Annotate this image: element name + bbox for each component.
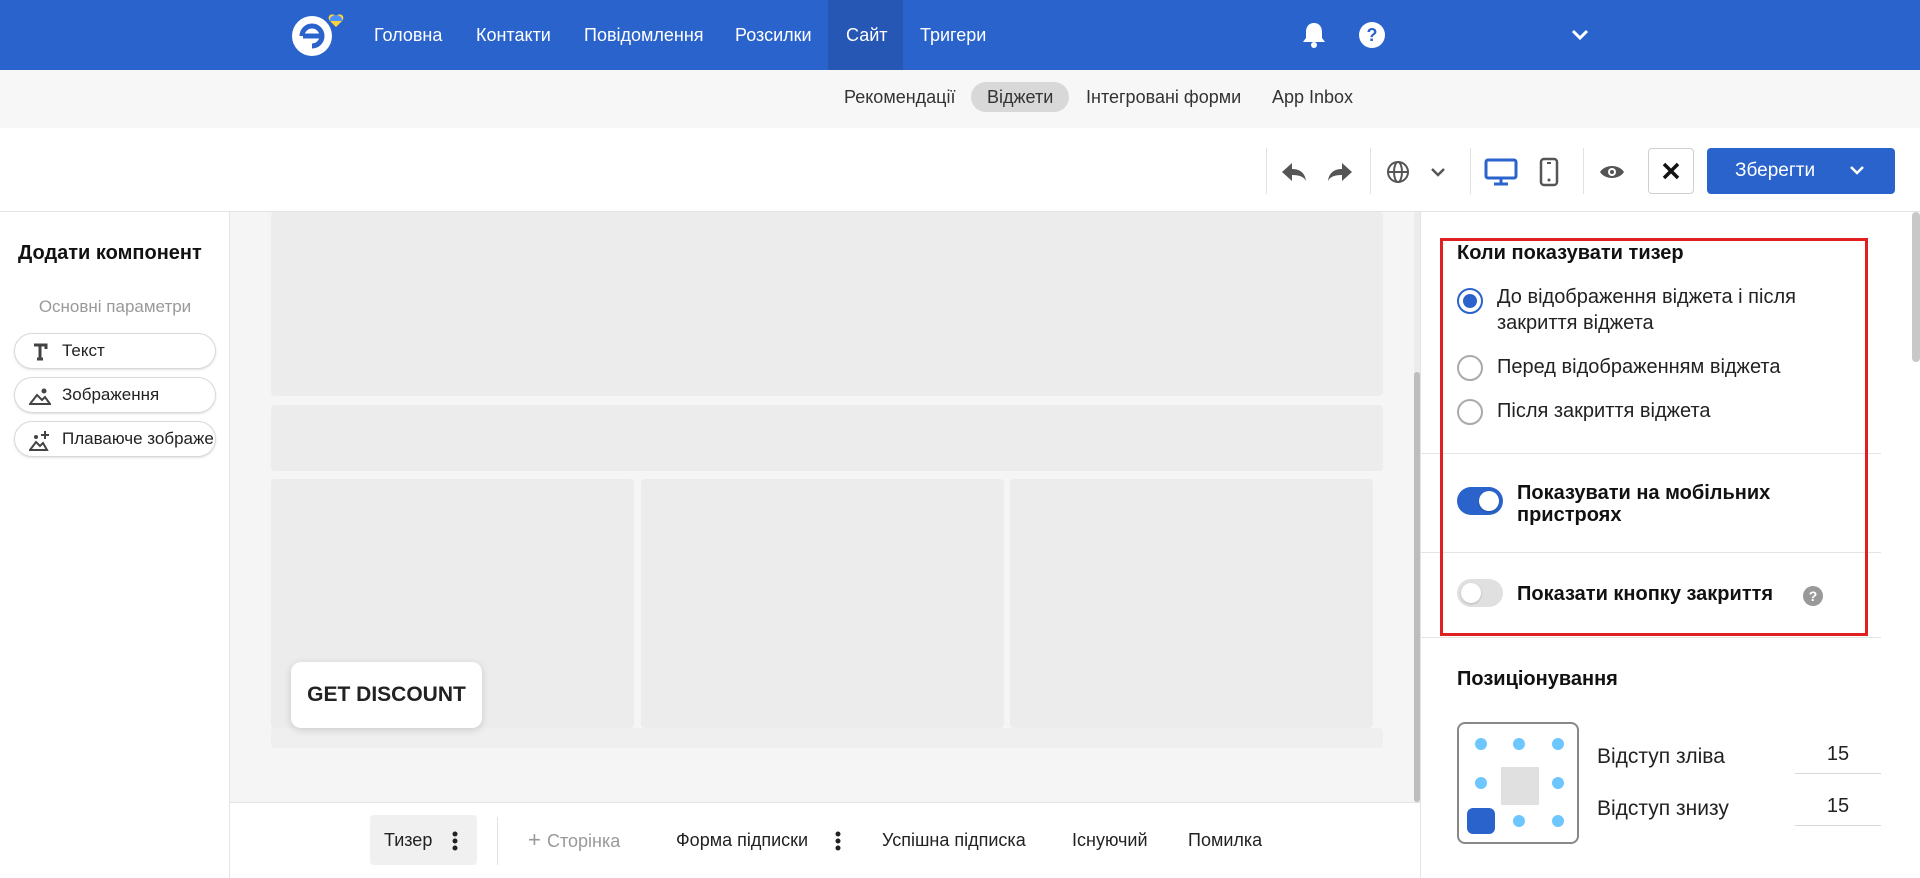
tab-success[interactable]: Успішна підписка <box>882 815 1026 865</box>
anchor-middle-right[interactable] <box>1552 777 1564 789</box>
component-label: Плаваюче зображення <box>62 429 215 448</box>
offset-bottom-input[interactable]: 15 <box>1795 786 1881 826</box>
offset-left-label: Відступ зліва <box>1597 745 1725 768</box>
section-divider <box>1421 637 1881 638</box>
component-image[interactable]: Зображення <box>14 377 216 413</box>
component-text[interactable]: Текст <box>14 333 216 369</box>
teaser-button[interactable]: GET DISCOUNT <box>291 662 482 728</box>
anchor-top-left[interactable] <box>1475 738 1487 750</box>
bell-icon[interactable] <box>1299 20 1329 50</box>
subnav-app-inbox[interactable]: App Inbox <box>1256 82 1369 112</box>
anchor-top-right[interactable] <box>1552 738 1564 750</box>
sidebar-title: Додати компонент <box>18 242 202 264</box>
top-nav: Головна Контакти Повідомлення Розсилки С… <box>0 0 1920 70</box>
mobile-icon[interactable] <box>1529 152 1569 192</box>
save-button[interactable]: Зберегти <box>1707 148 1895 194</box>
logo-icon[interactable] <box>290 10 354 60</box>
component-label: Зображення <box>62 385 160 404</box>
save-button-label: Зберегти <box>1735 160 1816 181</box>
placeholder-block <box>271 405 1383 471</box>
nav-triggers[interactable]: Тригери <box>902 0 1004 70</box>
placeholder-block <box>271 212 1383 396</box>
globe-icon[interactable] <box>1378 152 1418 192</box>
image-icon <box>27 386 52 406</box>
chevron-down-icon[interactable] <box>1418 152 1458 192</box>
redo-icon[interactable] <box>1320 152 1360 192</box>
sidebar-section-label: Основні параметри <box>38 297 192 316</box>
toolbar-divider <box>1266 148 1267 194</box>
subnav-widgets[interactable]: Віджети <box>971 82 1070 112</box>
toolbar-divider <box>1370 148 1371 194</box>
close-icon <box>1662 162 1680 180</box>
close-button[interactable] <box>1648 148 1694 194</box>
text-icon <box>29 342 51 362</box>
placeholder-block <box>641 479 1004 728</box>
svg-text:?: ? <box>1367 25 1378 45</box>
offset-left-input[interactable]: 15 <box>1795 734 1881 774</box>
preview-eye-icon[interactable] <box>1592 152 1632 192</box>
help-icon[interactable]: ? <box>1357 20 1387 50</box>
component-label: Текст <box>62 341 105 360</box>
offset-bottom-label: Відступ знизу <box>1597 797 1729 820</box>
nav-home[interactable]: Головна <box>356 0 460 70</box>
placeholder-block <box>271 728 1383 748</box>
highlight-frame <box>1440 238 1868 636</box>
component-floating-image[interactable]: Плаваюче зображення <box>14 421 216 457</box>
tab-existing[interactable]: Існуючий <box>1072 815 1148 865</box>
tab-error[interactable]: Помилка <box>1188 815 1262 865</box>
undo-icon[interactable] <box>1274 152 1314 192</box>
position-anchor-picker[interactable] <box>1457 722 1579 844</box>
tab-label: Форма підписки <box>676 830 809 850</box>
toolbar-divider <box>1583 148 1584 194</box>
anchor-bottom-right[interactable] <box>1552 815 1564 827</box>
anchor-middle-left[interactable] <box>1475 777 1487 789</box>
tab-label: Тизер <box>384 830 433 850</box>
panel-scrollbar[interactable] <box>1912 212 1920 362</box>
positioning-title: Позиціонування <box>1457 668 1618 690</box>
subnav-integrated-forms[interactable]: Інтегровані форми <box>1070 82 1257 112</box>
plus-icon: + <box>528 827 547 852</box>
tab-divider <box>497 817 498 865</box>
add-page-button[interactable]: + Сторінка <box>528 815 620 865</box>
nav-contacts[interactable]: Контакти <box>458 0 569 70</box>
anchor-bottom-center[interactable] <box>1513 815 1525 827</box>
chevron-down-icon[interactable] <box>1565 20 1595 50</box>
widget-canvas: GET DISCOUNT <box>230 212 1420 802</box>
anchor-bottom-left[interactable] <box>1467 808 1495 834</box>
subnav-recommendations[interactable]: Рекомендації <box>828 82 971 112</box>
more-vertical-icon[interactable] <box>835 831 841 851</box>
chevron-down-icon[interactable] <box>1849 162 1865 184</box>
tab-subscribe-form[interactable]: Форма підписки <box>676 815 851 865</box>
toolbar-divider <box>1470 148 1471 194</box>
placeholder-block <box>1010 479 1373 728</box>
editor-toolbar: Зберегти <box>0 128 1920 212</box>
nav-campaigns[interactable]: Розсилки <box>717 0 830 70</box>
nav-site[interactable]: Сайт <box>828 0 903 70</box>
page-tabs: Тизер + Сторінка Форма підписки Успішна … <box>230 802 1420 878</box>
nav-messages[interactable]: Повідомлення <box>566 0 722 70</box>
anchor-center-preview <box>1501 767 1539 805</box>
floating-image-icon <box>28 430 51 451</box>
sub-nav: Рекомендації Віджети Інтегровані форми A… <box>0 70 1920 128</box>
anchor-top-center[interactable] <box>1513 738 1525 750</box>
more-vertical-icon[interactable] <box>452 831 458 851</box>
component-sidebar: Додати компонент Основні параметри Текст… <box>0 212 230 878</box>
desktop-icon[interactable] <box>1481 152 1521 192</box>
tab-teaser[interactable]: Тизер <box>370 815 477 865</box>
add-page-label: Сторінка <box>546 831 621 851</box>
